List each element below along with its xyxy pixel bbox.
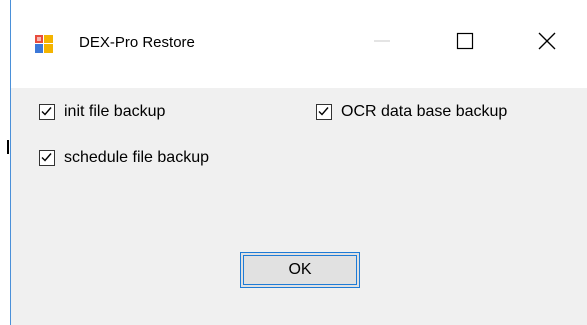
checkmark-icon: [41, 107, 52, 116]
focus-ring: [243, 255, 357, 285]
app-window-icon: [35, 35, 53, 53]
checkbox-label: init file backup: [64, 103, 166, 120]
maximize-icon: [455, 31, 475, 56]
init-file-backup-checkbox[interactable]: init file backup: [39, 103, 165, 121]
checkmark-icon: [41, 153, 52, 162]
dialog-body: init file backup OCR data base backup sc…: [11, 88, 587, 325]
window-title: DEX-Pro Restore: [79, 34, 195, 51]
checkbox-label: schedule file backup: [64, 149, 209, 166]
minimize-button[interactable]: [341, 16, 423, 70]
close-icon: [537, 31, 557, 56]
checkbox-box[interactable]: [316, 104, 332, 120]
checkbox-label: OCR data base backup: [341, 103, 508, 120]
ocr-data-base-backup-checkbox[interactable]: OCR data base backup: [316, 103, 507, 121]
minimize-icon: [372, 31, 392, 56]
checkbox-box[interactable]: [39, 150, 55, 166]
ok-button[interactable]: OK: [240, 252, 360, 288]
maximize-button[interactable]: [424, 16, 506, 70]
background-edge-mark: [7, 140, 9, 154]
schedule-file-backup-checkbox[interactable]: schedule file backup: [39, 149, 209, 167]
title-bar[interactable]: DEX-Pro Restore: [11, 0, 587, 88]
checkbox-box[interactable]: [39, 104, 55, 120]
dialog-window: DEX-Pro Restore init file backup OCR dat…: [10, 0, 587, 325]
checkmark-icon: [318, 107, 329, 116]
close-button[interactable]: [506, 16, 587, 70]
